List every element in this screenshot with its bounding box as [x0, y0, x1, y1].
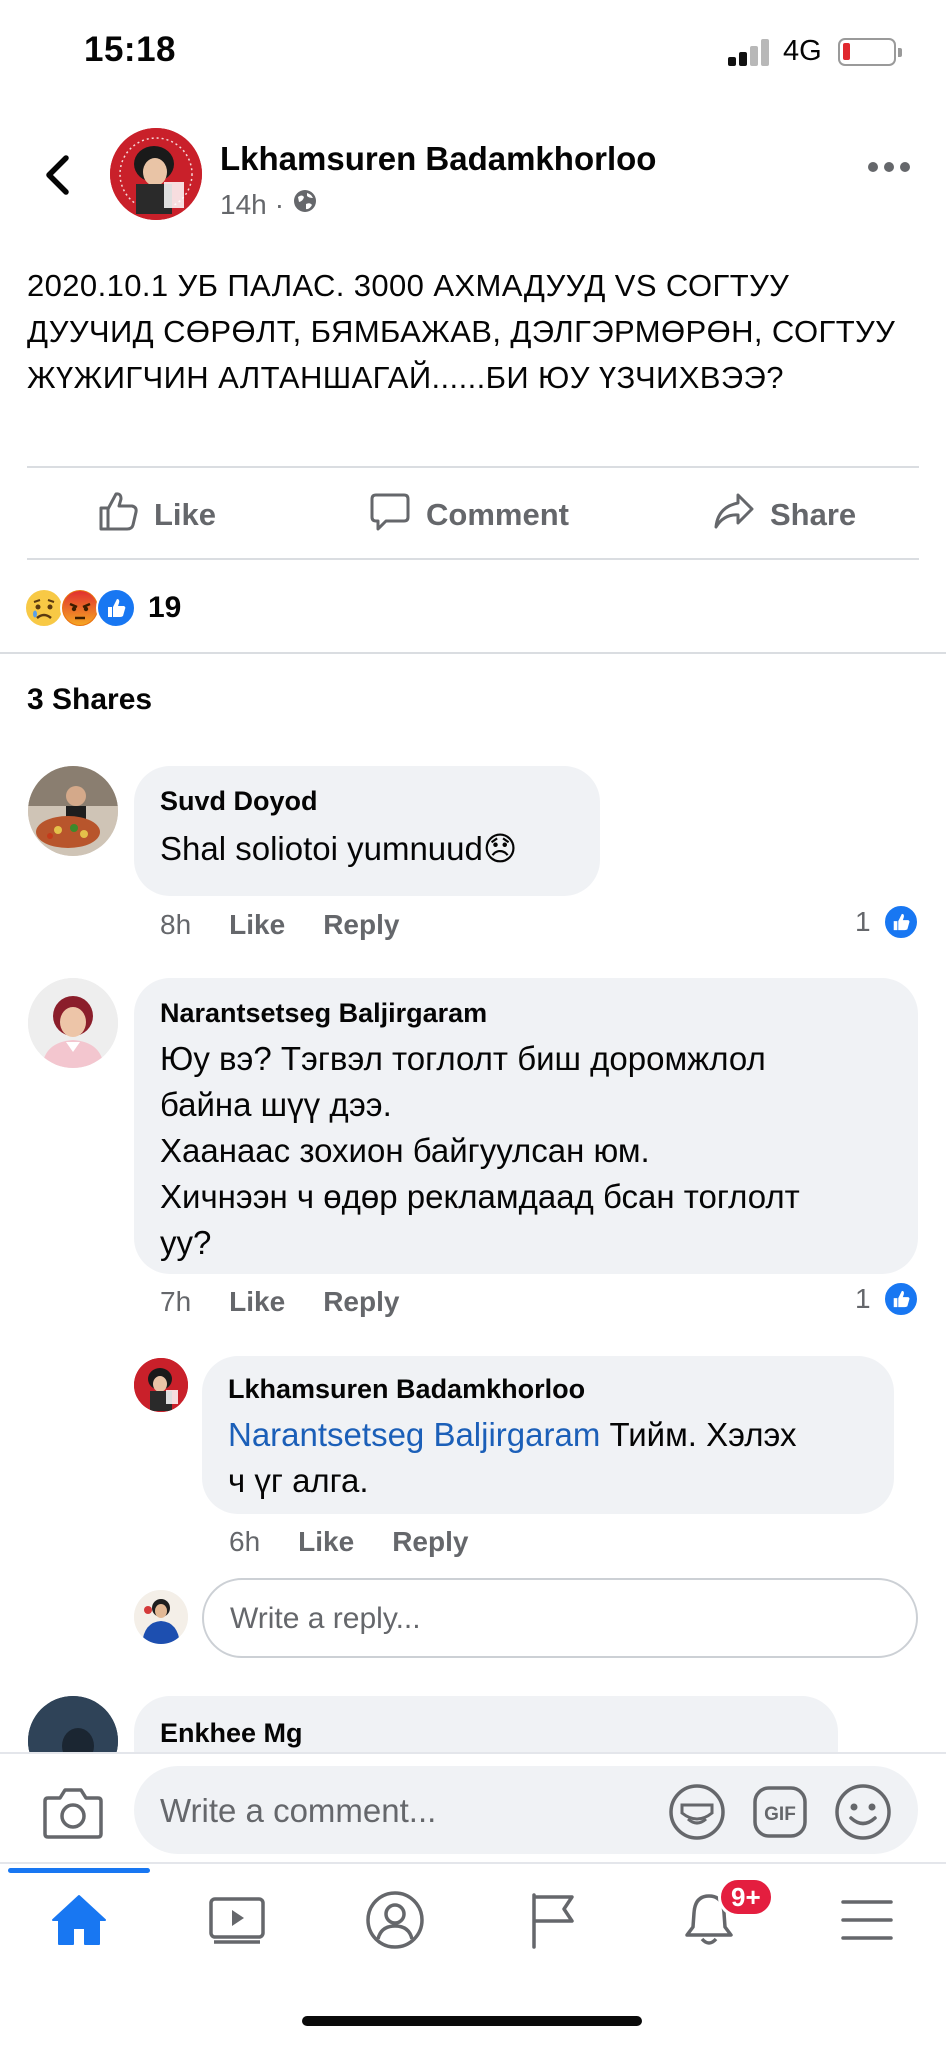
- reaction-count: 19: [148, 591, 182, 624]
- globe-icon: [292, 188, 318, 221]
- reply-text-line: ч үг алга.: [228, 1462, 369, 1499]
- network-type: 4G: [783, 35, 822, 67]
- status-time: 15:18: [84, 30, 177, 69]
- reply-text-line: Тийм. Хэлэх: [600, 1416, 797, 1453]
- home-icon[interactable]: [24, 1880, 134, 1960]
- mention-link[interactable]: Narantsetseg Baljirgaram: [228, 1416, 600, 1453]
- comment-line: байна шүү дээ.: [160, 1086, 392, 1123]
- like-icon: [882, 1281, 919, 1317]
- post-text: 2020.10.1 УБ ПАЛАС. 3000 АХМАДУУД VS СОГ…: [27, 268, 896, 395]
- reply-reply-button[interactable]: Reply: [392, 1526, 468, 1558]
- comment-meta: 8h Like Reply: [160, 909, 399, 941]
- like-icon: [96, 588, 136, 628]
- comment-button[interactable]: Comment: [368, 490, 569, 540]
- reply-like-button[interactable]: Like: [298, 1526, 354, 1558]
- comment-reply-button[interactable]: Reply: [323, 909, 399, 941]
- reply-bubble[interactable]: Lkhamsuren Badamkhorloo Narantsetseg Bal…: [202, 1356, 894, 1514]
- angry-icon: [60, 588, 100, 628]
- active-tab-indicator: [8, 1868, 150, 1873]
- comment-like-button[interactable]: Like: [229, 909, 285, 941]
- comment-like-count[interactable]: 1: [855, 1281, 919, 1317]
- divider: [27, 466, 919, 468]
- comment-bubble[interactable]: Narantsetseg Baljirgaram Юу вэ? Тэгвэл т…: [134, 978, 918, 1274]
- reply-author-name[interactable]: Lkhamsuren Badamkhorloo: [228, 1374, 585, 1405]
- comment-time: 7h: [160, 1286, 192, 1317]
- comment-meta: 7h Like Reply: [160, 1286, 399, 1318]
- author-avatar[interactable]: [110, 128, 202, 220]
- camera-icon[interactable]: [42, 1784, 104, 1845]
- thumbs-up-icon: [96, 489, 140, 541]
- reactions-summary[interactable]: 19: [24, 586, 181, 630]
- sad-icon: [24, 588, 64, 628]
- commenter-avatar[interactable]: [28, 978, 118, 1068]
- comment-like-count[interactable]: 1: [855, 904, 919, 940]
- commenter-name[interactable]: Suvd Doyod: [160, 786, 318, 817]
- comment-time: 8h: [160, 909, 192, 940]
- svg-text:GIF: GIF: [764, 1804, 796, 1825]
- meta-separator: ·: [274, 188, 285, 220]
- share-arrow-icon: [712, 489, 756, 541]
- comment-bubble[interactable]: Suvd Doyod Shal soliotoi yumnuud😞: [134, 766, 600, 896]
- cellular-signal-icon: [728, 38, 772, 66]
- comment-line: Хаанаас зохион байгуулсан юм.: [160, 1132, 650, 1169]
- comment-bubble-icon: [368, 489, 412, 541]
- like-button[interactable]: Like: [96, 490, 216, 540]
- comment-input-placeholder: Write a comment...: [160, 1792, 437, 1829]
- comment-line: Хичнээн ч өдөр рекламдаад бсан тоглолт: [160, 1178, 800, 1215]
- more-options-icon[interactable]: [868, 160, 912, 174]
- comment-text: Shal soliotoi yumnuud😞: [160, 826, 517, 872]
- reply-time: 6h: [229, 1526, 261, 1557]
- comment-line: Юу вэ? Тэгвэл тоглолт биш доромжлол: [160, 1040, 766, 1077]
- reply-input[interactable]: Write a reply...: [202, 1578, 918, 1658]
- gif-icon[interactable]: GIF: [752, 1785, 808, 1844]
- reply-author-avatar[interactable]: [134, 1358, 188, 1412]
- comment-like-button[interactable]: Like: [229, 1286, 285, 1318]
- like-label: Like: [154, 497, 217, 532]
- like-count: 1: [855, 906, 871, 937]
- comment-text: Юу вэ? Тэгвэл тоглолт биш доромжлол байн…: [160, 1036, 800, 1266]
- commenter-avatar[interactable]: [28, 766, 118, 856]
- share-button[interactable]: Share: [712, 490, 856, 540]
- sticker-icon[interactable]: [668, 1783, 726, 1846]
- like-count: 1: [855, 1283, 871, 1314]
- comment-label: Comment: [426, 497, 569, 532]
- section-divider: [0, 652, 946, 654]
- disappointed-face-emoji: 😞: [482, 830, 518, 867]
- menu-icon[interactable]: [812, 1880, 922, 1960]
- comment-reply-button[interactable]: Reply: [323, 1286, 399, 1318]
- reply-text: Narantsetseg Baljirgaram Тийм. Хэлэх ч ү…: [228, 1412, 796, 1504]
- post-meta: 14h ·: [220, 188, 318, 221]
- comment-text-body: Shal soliotoi yumnuud: [160, 830, 483, 867]
- watch-icon[interactable]: [182, 1880, 292, 1960]
- shares-count[interactable]: 3 Shares: [27, 683, 152, 717]
- current-user-avatar: [134, 1590, 188, 1644]
- share-label: Share: [770, 497, 857, 532]
- reply-meta: 6h Like Reply: [229, 1526, 468, 1558]
- post-time[interactable]: 14h: [220, 189, 267, 221]
- like-icon: [882, 904, 919, 940]
- profile-icon[interactable]: [340, 1880, 450, 1960]
- pages-flag-icon[interactable]: [498, 1880, 608, 1960]
- emoji-icon[interactable]: [834, 1783, 892, 1846]
- battery-icon: [838, 38, 902, 66]
- notifications-badge: 9+: [718, 1877, 774, 1917]
- home-indicator: [302, 2016, 642, 2026]
- divider: [27, 558, 919, 560]
- commenter-name[interactable]: Narantsetseg Baljirgaram: [160, 998, 487, 1029]
- post-author[interactable]: Lkhamsuren Badamkhorloo: [220, 140, 656, 178]
- back-arrow-icon[interactable]: [38, 150, 78, 200]
- comment-line: уу?: [160, 1224, 212, 1261]
- commenter-name[interactable]: Enkhee Mg: [160, 1718, 303, 1749]
